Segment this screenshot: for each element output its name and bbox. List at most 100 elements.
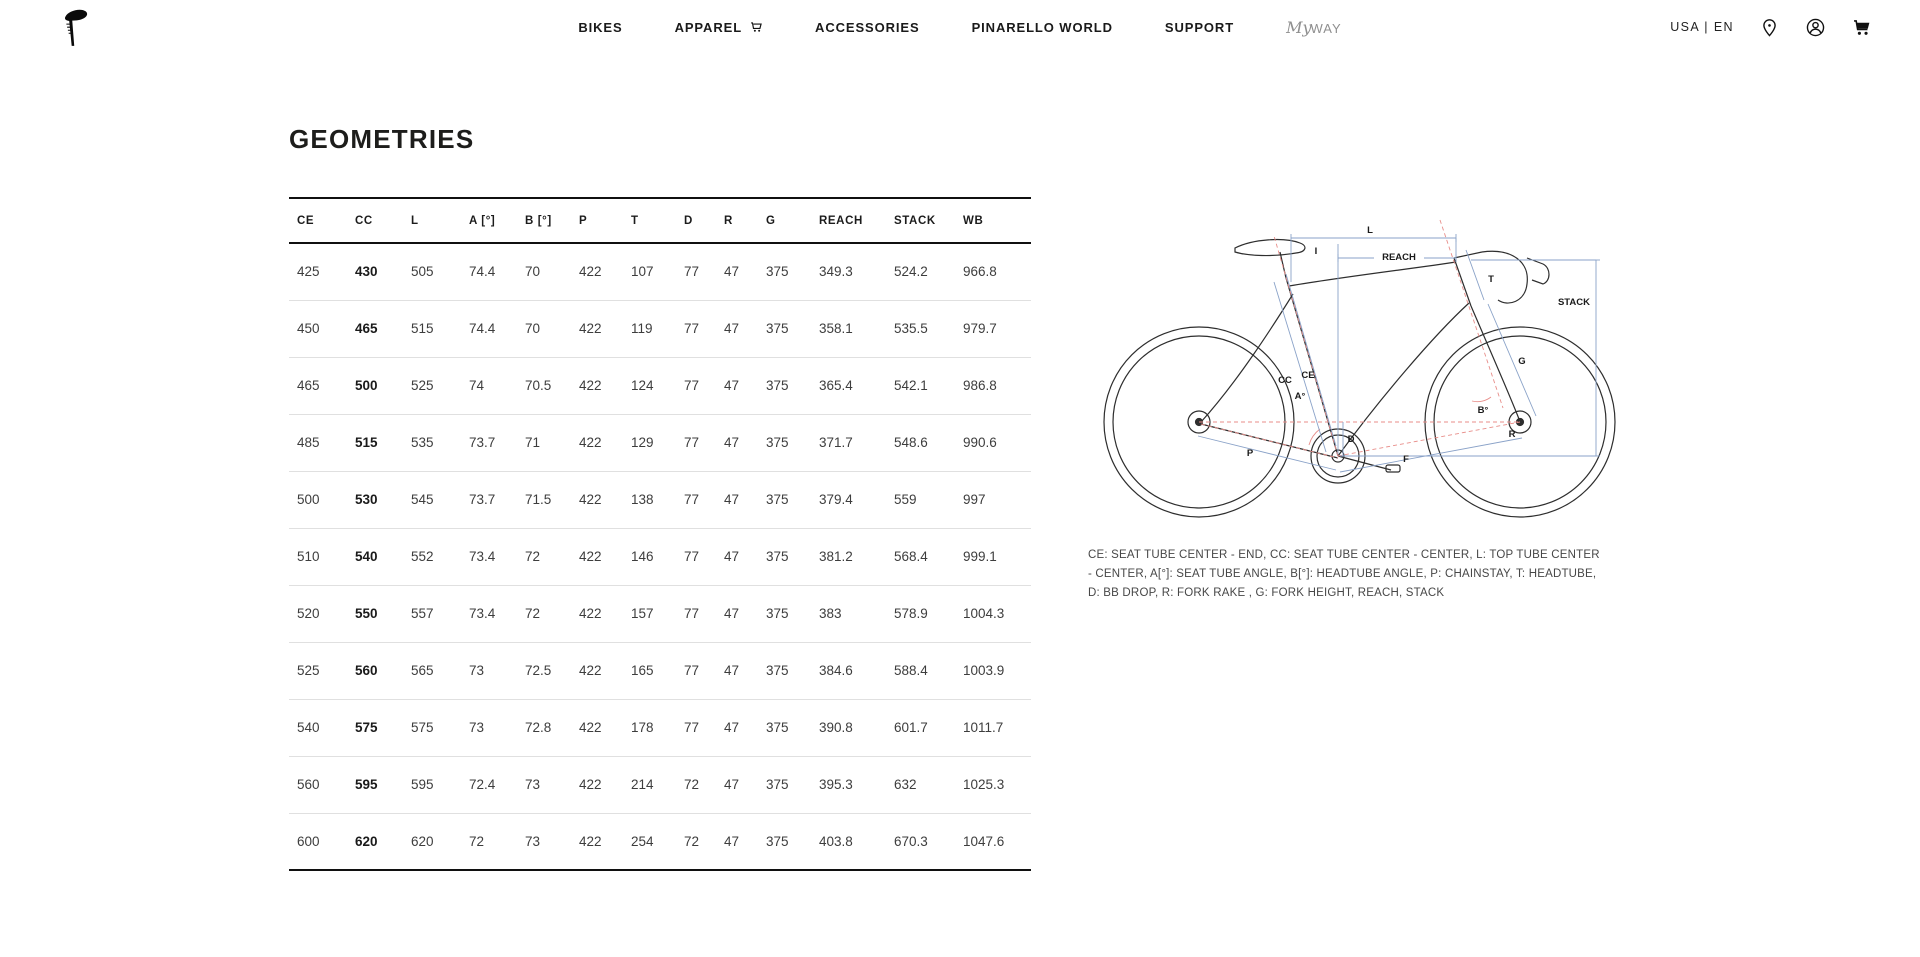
table-cell: 390.8	[811, 699, 886, 756]
table-cell: 542.1	[886, 357, 955, 414]
table-cell: 375	[758, 699, 811, 756]
table-row: 50053054573.771.54221387747375379.455999…	[289, 471, 1031, 528]
table-cell: 450	[289, 300, 347, 357]
table-row: 5255605657372.54221657747375384.6588.410…	[289, 642, 1031, 699]
table-cell: 595	[403, 756, 461, 813]
nav-item-pinarello-world[interactable]: PINARELLO WORLD	[972, 20, 1113, 35]
cart-mini-icon	[749, 20, 763, 34]
table-cell: 77	[676, 471, 716, 528]
table-cell: 73.7	[461, 471, 517, 528]
table-cell: 375	[758, 300, 811, 357]
table-cell: 73	[461, 699, 517, 756]
table-cell: 422	[571, 528, 623, 585]
table-cell: 559	[886, 471, 955, 528]
table-cell: 600	[289, 813, 347, 870]
page-title: GEOMETRIES	[289, 124, 1031, 155]
table-cell: 403.8	[811, 813, 886, 870]
table-cell: 47	[716, 756, 758, 813]
header-utilities: USA | EN	[1670, 17, 1872, 38]
table-cell: 375	[758, 414, 811, 471]
nav-item-bikes[interactable]: BIKES	[578, 20, 622, 35]
table-cell: 77	[676, 357, 716, 414]
column-header: L	[403, 198, 461, 243]
table-cell: 77	[676, 243, 716, 300]
dim-label-g: G	[1518, 356, 1525, 367]
column-header: G	[758, 198, 811, 243]
table-cell: 47	[716, 813, 758, 870]
table-cell: 77	[676, 642, 716, 699]
top-nav: BIKES APPAREL ACCESSORIES PINARELLO WORL…	[0, 0, 1920, 54]
table-cell: 620	[403, 813, 461, 870]
column-header: REACH	[811, 198, 886, 243]
table-header-row: CECCLA [°]B [°]PTDRGREACHSTACKWB	[289, 198, 1031, 243]
table-cell: 138	[623, 471, 676, 528]
nav-label: PINARELLO WORLD	[972, 20, 1113, 35]
table-cell: 540	[347, 528, 403, 585]
table-cell: 47	[716, 642, 758, 699]
column-header: CC	[347, 198, 403, 243]
table-cell: 72.8	[517, 699, 571, 756]
table-cell: 548.6	[886, 414, 955, 471]
nav-label: BIKES	[578, 20, 622, 35]
table-cell: 47	[716, 528, 758, 585]
table-cell: 595	[347, 756, 403, 813]
main-nav: BIKES APPAREL ACCESSORIES PINARELLO WORL…	[578, 18, 1341, 37]
table-cell: 524.2	[886, 243, 955, 300]
table-cell: 381.2	[811, 528, 886, 585]
table-cell: 422	[571, 300, 623, 357]
table-cell: 73	[517, 756, 571, 813]
dim-label-cc: CC	[1278, 375, 1292, 386]
nav-item-myway-logo[interactable]: MyWAY	[1286, 18, 1342, 37]
column-header: D	[676, 198, 716, 243]
table-cell: 535	[403, 414, 461, 471]
table-cell: 72	[461, 813, 517, 870]
pinarello-logo[interactable]	[56, 7, 90, 47]
table-cell: 375	[758, 357, 811, 414]
table-cell: 422	[571, 471, 623, 528]
table-cell: 119	[623, 300, 676, 357]
dim-label-stack: STACK	[1558, 297, 1590, 308]
table-cell: 425	[289, 243, 347, 300]
table-cell: 47	[716, 300, 758, 357]
nav-item-apparel[interactable]: APPAREL	[675, 20, 763, 35]
table-cell: 358.1	[811, 300, 886, 357]
table-cell: 375	[758, 243, 811, 300]
table-cell: 77	[676, 699, 716, 756]
table-cell: 107	[623, 243, 676, 300]
table-cell: 535.5	[886, 300, 955, 357]
table-cell: 500	[289, 471, 347, 528]
nav-label: ACCESSORIES	[815, 20, 920, 35]
table-cell: 550	[347, 585, 403, 642]
table-cell: 349.3	[811, 243, 886, 300]
table-row: 4655005257470.54221247747375365.4542.198…	[289, 357, 1031, 414]
nav-item-accessories[interactable]: ACCESSORIES	[815, 20, 920, 35]
table-cell: 375	[758, 471, 811, 528]
location-pin-icon[interactable]	[1759, 17, 1780, 38]
table-cell: 465	[289, 357, 347, 414]
table-cell: 986.8	[955, 357, 1031, 414]
table-cell: 510	[289, 528, 347, 585]
column-header: CE	[289, 198, 347, 243]
table-cell: 77	[676, 300, 716, 357]
table-cell: 47	[716, 585, 758, 642]
table-cell: 73.4	[461, 528, 517, 585]
locale-selector[interactable]: USA | EN	[1670, 20, 1734, 34]
table-cell: 73	[461, 642, 517, 699]
dim-label-f: F	[1403, 454, 1409, 465]
diagram-panel: L I REACH STACK T G CC CE A° B° D R P F …	[1088, 124, 1646, 603]
table-cell: 422	[571, 642, 623, 699]
table-cell: 74	[461, 357, 517, 414]
table-cell: 575	[403, 699, 461, 756]
column-header: T	[623, 198, 676, 243]
table-cell: 375	[758, 813, 811, 870]
table-cell: 73.4	[461, 585, 517, 642]
table-row: 48551553573.7714221297747375371.7548.699…	[289, 414, 1031, 471]
table-cell: 632	[886, 756, 955, 813]
myway-caps-text: WAY	[1310, 21, 1341, 36]
table-cell: 70	[517, 243, 571, 300]
account-icon[interactable]	[1805, 17, 1826, 38]
table-cell: 379.4	[811, 471, 886, 528]
nav-item-support[interactable]: SUPPORT	[1165, 20, 1234, 35]
myway-script-text: My	[1286, 18, 1311, 37]
cart-icon[interactable]	[1851, 17, 1872, 38]
